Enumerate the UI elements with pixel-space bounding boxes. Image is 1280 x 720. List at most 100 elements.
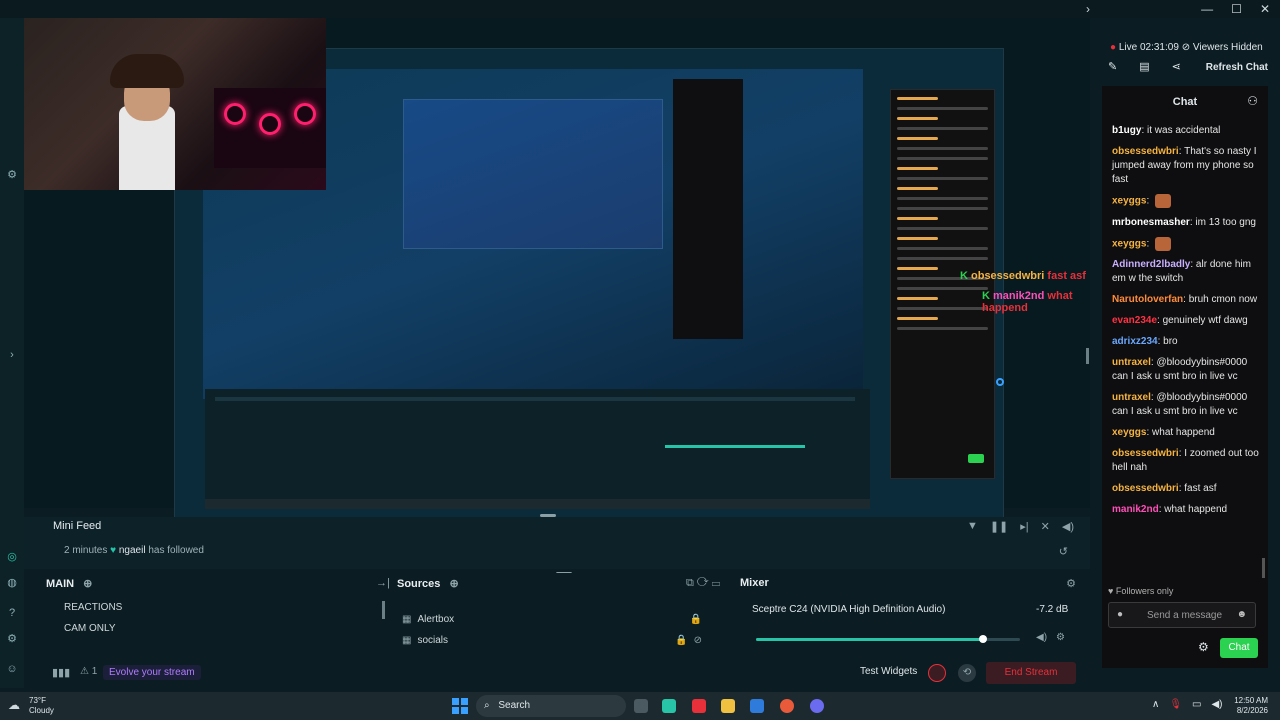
end-stream-button[interactable]: End Stream xyxy=(986,662,1076,684)
network-icon[interactable]: ▭ xyxy=(1192,699,1201,710)
filter-icon[interactable]: ▼ xyxy=(967,520,978,533)
skip-icon[interactable]: ▸| xyxy=(1020,520,1028,533)
chat-username[interactable]: mrbonesmasher xyxy=(1112,217,1190,228)
mixer-item-settings-icon[interactable]: ⚙ xyxy=(1056,632,1065,643)
chat-scrollbar[interactable] xyxy=(1262,558,1265,578)
share-icon[interactable]: ⋖ xyxy=(1172,60,1181,73)
sync-icon[interactable]: ⟳ xyxy=(697,577,709,589)
bottom-panels: MAIN ⊕ REACTIONS CAM ONLY →| Sources ⊕ ▦… xyxy=(24,573,1090,653)
add-source-icon[interactable]: ⊕ xyxy=(449,578,458,590)
heart-icon: ♥ xyxy=(1108,586,1114,596)
alert-indicator[interactable]: ⚠ 1 xyxy=(80,666,97,677)
edit-icon[interactable]: ✎ xyxy=(1108,60,1117,73)
record-button[interactable] xyxy=(928,664,946,682)
chat-username[interactable]: Adinnerd2lbadly xyxy=(1112,259,1190,270)
preview-scrollbar[interactable] xyxy=(1086,348,1089,364)
youtube-icon[interactable] xyxy=(692,699,706,713)
source-item-socials[interactable]: ▦ socials 🔒 ⊘ xyxy=(402,630,702,651)
speaker-tray-icon[interactable]: ◀) xyxy=(1211,699,1222,710)
close-icon[interactable]: ✕ xyxy=(1260,2,1270,16)
volume-icon[interactable]: ◀) xyxy=(1062,520,1074,533)
scene-item-reactions[interactable]: REACTIONS xyxy=(54,597,384,618)
chat-username[interactable]: xeyggs xyxy=(1112,196,1146,207)
tray-chevron-icon[interactable]: ∧ xyxy=(1152,699,1159,710)
feed-event-time: 2 minutes xyxy=(64,545,108,556)
minimize-icon[interactable]: — xyxy=(1201,2,1213,16)
discord-icon[interactable] xyxy=(810,699,824,713)
chat-text: bro xyxy=(1163,336,1178,348)
chat-username[interactable]: b1ugy xyxy=(1112,125,1141,136)
cursor-loading-icon xyxy=(996,378,1004,386)
chat-username[interactable]: untraxel xyxy=(1112,392,1151,403)
profile-icon[interactable]: ☺ xyxy=(5,662,19,676)
mixer-settings-icon[interactable]: ⚙ xyxy=(1066,577,1076,590)
mixer-device-name: Sceptre C24 (NVIDIA High Definition Audi… xyxy=(752,604,946,615)
scene-scrollbar[interactable] xyxy=(382,601,385,619)
clock-date: 8/2/2026 xyxy=(1236,706,1268,715)
scene-item-cam-only[interactable]: CAM ONLY xyxy=(54,618,384,639)
chat-username[interactable]: obsessedwbri xyxy=(1112,448,1179,459)
microphone-icon[interactable]: 🎙 xyxy=(1169,699,1182,710)
weather-temp: 73°F xyxy=(29,696,46,705)
refresh-chat-button[interactable]: Refresh Chat xyxy=(1206,62,1268,73)
emote-icon xyxy=(1155,194,1172,208)
add-scene-icon[interactable]: ⊕ xyxy=(83,578,92,590)
lock-icon[interactable]: 🔒 xyxy=(690,614,702,625)
collapse-sources-icon[interactable]: →| xyxy=(376,577,390,589)
replay-buffer-icon[interactable]: ⟲ xyxy=(958,664,976,682)
chat-username[interactable]: obsessedwbri xyxy=(1112,483,1179,494)
chat-username[interactable]: obsessedwbri xyxy=(1112,146,1179,157)
expand-chevron-icon[interactable]: › xyxy=(1086,2,1090,16)
scene-collection-title[interactable]: MAIN xyxy=(46,578,74,590)
chat-username[interactable]: manik2nd xyxy=(1112,504,1159,515)
chat-username[interactable]: xeyggs xyxy=(1112,427,1146,438)
settings-gear-icon[interactable]: ⚙ xyxy=(5,168,19,182)
test-widgets-button[interactable]: Test Widgets xyxy=(860,666,917,677)
chat-send-button[interactable]: Chat xyxy=(1220,638,1258,658)
chat-username[interactable]: Narutoloverfan xyxy=(1112,294,1183,305)
chat-message: Narutoloverfan: bruh cmon now xyxy=(1112,294,1258,306)
mute-alerts-icon[interactable]: ✕ xyxy=(1041,520,1050,533)
chat-username[interactable]: evan234e xyxy=(1112,315,1157,326)
users-icon[interactable]: ⚇ xyxy=(1247,94,1258,108)
folder-icon[interactable]: ▭ xyxy=(712,577,720,589)
stream-preview[interactable]: K obsessedwbri fast asf K manik2nd what … xyxy=(24,18,1090,523)
outlook-icon[interactable] xyxy=(750,699,764,713)
clock[interactable]: 12:50 AM 8/2/2026 xyxy=(1226,696,1268,716)
volume-slider-knob[interactable] xyxy=(979,635,988,643)
windows-start-icon[interactable] xyxy=(452,698,468,714)
weather-icon[interactable]: ☁ xyxy=(8,698,20,712)
chat-username[interactable]: xeyggs xyxy=(1112,238,1146,249)
task-view-icon[interactable] xyxy=(634,699,648,713)
speaker-icon[interactable]: ◀) xyxy=(1036,632,1047,643)
source-item-alertbox[interactable]: ▦ Alertbox 🔒 xyxy=(402,609,702,630)
maximize-icon[interactable]: ☐ xyxy=(1231,2,1242,16)
dashboard-icon[interactable]: ▤ xyxy=(1139,60,1149,73)
help-icon[interactable]: ? xyxy=(5,606,19,620)
evolve-stream-link[interactable]: Evolve your stream xyxy=(103,665,201,680)
chrome-icon[interactable] xyxy=(780,699,794,713)
chat-username[interactable]: adrixz234 xyxy=(1112,336,1158,347)
chat-settings-icon[interactable]: ⚙ xyxy=(1198,640,1209,654)
pause-icon[interactable]: ❚❚ xyxy=(990,520,1008,533)
copy-icon[interactable]: ⧉ xyxy=(686,577,694,589)
collapse-arrow-icon[interactable]: › xyxy=(5,348,19,362)
smile-icon[interactable]: ☻ xyxy=(1236,609,1247,620)
streamlabs-icon[interactable] xyxy=(662,699,676,713)
stats-icon[interactable]: ▮▮▮ xyxy=(52,666,70,679)
chat-username[interactable]: untraxel xyxy=(1112,357,1151,368)
volume-slider[interactable] xyxy=(756,635,1020,643)
scenes-header: MAIN ⊕ xyxy=(46,577,92,590)
settings-icon[interactable]: ⚙ xyxy=(5,632,19,646)
repeat-icon[interactable]: ↺ xyxy=(1059,545,1068,558)
taskbar-search[interactable]: ⌕ Search xyxy=(476,695,626,717)
emote-picker-icon[interactable]: ● xyxy=(1117,609,1123,620)
chat-text: bruh cmon now xyxy=(1188,294,1258,306)
lock-icon[interactable]: 🔒 xyxy=(675,635,687,646)
studio-icon[interactable]: ◎ xyxy=(5,550,19,564)
hidden-eye-icon[interactable]: ⊘ xyxy=(694,635,702,646)
themes-icon[interactable]: ◍ xyxy=(5,576,19,590)
weather-widget[interactable]: 73°F Cloudy xyxy=(29,696,54,716)
chat-input[interactable]: ● Send a message ☻ xyxy=(1108,602,1256,628)
file-explorer-icon[interactable] xyxy=(721,699,735,713)
